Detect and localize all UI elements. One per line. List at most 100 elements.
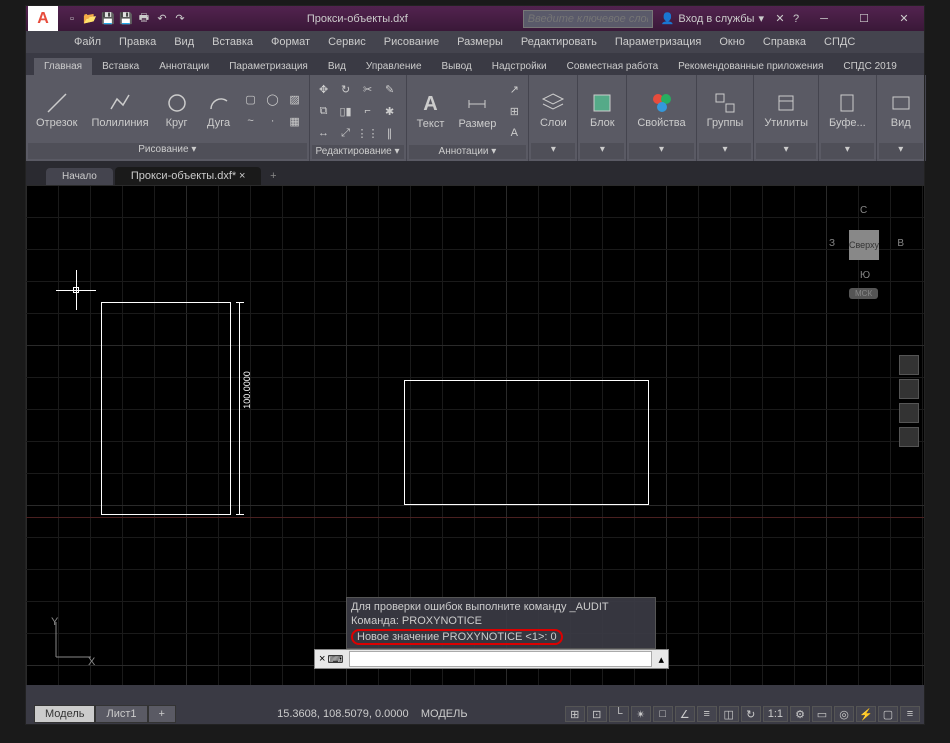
tab-manage[interactable]: Управление — [356, 58, 432, 75]
redo-icon[interactable]: ↷ — [172, 11, 188, 27]
panel-block-title[interactable]: ▾ — [580, 143, 624, 159]
cmd-chevron-up-icon[interactable]: ▴ — [654, 653, 668, 666]
groups-button[interactable]: Группы — [701, 89, 750, 131]
tab-output[interactable]: Вывод — [432, 58, 482, 75]
wcs-badge[interactable]: МСК — [849, 288, 878, 299]
close-button[interactable]: ✕ — [884, 6, 924, 31]
mtext-icon[interactable]: A — [504, 123, 524, 143]
rectangle-2[interactable] — [404, 380, 649, 505]
signin-button[interactable]: 👤 Вход в службы ▾ — [653, 12, 772, 25]
utilities-button[interactable]: Утилиты — [758, 89, 814, 131]
menu-help[interactable]: Справка — [755, 34, 814, 50]
tab-insert[interactable]: Вставка — [92, 58, 149, 75]
minimize-button[interactable]: ─ — [804, 6, 844, 31]
circle-button[interactable]: Круг — [157, 89, 197, 131]
tab-addins[interactable]: Надстройки — [482, 58, 557, 75]
grid-toggle-icon[interactable]: ⊞ — [565, 706, 585, 722]
viewcube-top[interactable]: Сверху — [849, 230, 879, 260]
panel-groups-title[interactable]: ▾ — [699, 143, 752, 159]
customize-icon[interactable]: ≡ — [900, 706, 920, 722]
array-icon[interactable]: ⋮⋮ — [358, 123, 378, 143]
point-icon[interactable]: · — [263, 111, 283, 131]
region-icon[interactable]: ▦ — [285, 111, 305, 131]
new-icon[interactable]: ▫ — [64, 11, 80, 27]
mirror-icon[interactable]: ▯▮ — [336, 101, 356, 121]
viewcube[interactable]: С В Ю З Сверху МСК — [824, 200, 904, 300]
cmd-close-icon[interactable]: × — [319, 653, 325, 666]
panel-utils-title[interactable]: ▾ — [756, 143, 816, 159]
menu-parametric[interactable]: Параметризация — [607, 34, 709, 50]
panel-props-title[interactable]: ▾ — [629, 143, 693, 159]
menu-spds[interactable]: СПДС — [816, 34, 863, 50]
ortho-toggle-icon[interactable]: └ — [609, 706, 629, 722]
menu-view[interactable]: Вид — [166, 34, 202, 50]
ucs-icon[interactable]: YX — [46, 617, 96, 670]
ellipse-icon[interactable]: ◯ — [263, 89, 283, 109]
maximize-button[interactable]: ☐ — [844, 6, 884, 31]
tab-spds[interactable]: СПДС 2019 — [833, 58, 906, 75]
block-button[interactable]: Блок — [582, 89, 622, 131]
lineweight-icon[interactable]: ≡ — [697, 706, 717, 722]
tab-annotate[interactable]: Аннотации — [149, 58, 219, 75]
annotation-scale[interactable]: 1:1 — [763, 706, 788, 722]
hatch-icon[interactable]: ▨ — [285, 89, 305, 109]
rotate-icon[interactable]: ↻ — [336, 79, 356, 99]
fillet-icon[interactable]: ⌐ — [358, 101, 378, 121]
menu-edit[interactable]: Правка — [111, 34, 164, 50]
move-icon[interactable]: ✥ — [314, 79, 334, 99]
dimension-line[interactable] — [239, 302, 240, 515]
close-tab-icon[interactable]: × — [239, 170, 245, 182]
otrack-toggle-icon[interactable]: ∠ — [675, 706, 695, 722]
menu-draw[interactable]: Рисование — [376, 34, 447, 50]
monitor-icon[interactable]: ▭ — [812, 706, 832, 722]
menu-dimension[interactable]: Размеры — [449, 34, 511, 50]
nav-pan-icon[interactable] — [899, 379, 919, 399]
arc-button[interactable]: Дуга — [199, 89, 239, 131]
layers-button[interactable]: Слои — [533, 89, 573, 131]
tab-collaborate[interactable]: Совместная работа — [557, 58, 669, 75]
command-input[interactable] — [349, 651, 652, 667]
menu-format[interactable]: Формат — [263, 34, 318, 50]
hardware-icon[interactable]: ⚡ — [856, 706, 876, 722]
drawing-canvas[interactable]: for(let i=0;i<30;i++){document.write('<d… — [26, 185, 924, 685]
cycling-icon[interactable]: ↻ — [741, 706, 761, 722]
snap-toggle-icon[interactable]: ⊡ — [587, 706, 607, 722]
scale-icon[interactable]: ⤢ — [336, 123, 356, 143]
add-layout-button[interactable]: + — [148, 705, 176, 723]
help-icon[interactable]: ? — [788, 11, 804, 27]
tab-featured[interactable]: Рекомендованные приложения — [668, 58, 833, 75]
tab-home[interactable]: Главная — [34, 58, 92, 75]
menu-modify[interactable]: Редактировать — [513, 34, 605, 50]
layout-tab[interactable]: Лист1 — [95, 705, 147, 723]
space-label[interactable]: МОДЕЛЬ — [421, 708, 468, 720]
model-tab[interactable]: Модель — [34, 705, 95, 723]
trim-icon[interactable]: ✂ — [358, 79, 378, 99]
save-icon[interactable]: 💾 — [100, 11, 116, 27]
cleanscreen-icon[interactable]: ▢ — [878, 706, 898, 722]
nav-orbit-icon[interactable] — [899, 427, 919, 447]
menu-window[interactable]: Окно — [711, 34, 753, 50]
open-icon[interactable]: 📂 — [82, 11, 98, 27]
search-input[interactable] — [523, 10, 653, 28]
workspace-icon[interactable]: ⚙ — [790, 706, 810, 722]
nav-zoom-icon[interactable] — [899, 403, 919, 423]
dimension-text[interactable]: 100.0000 — [242, 371, 252, 409]
menu-insert[interactable]: Вставка — [204, 34, 261, 50]
text-button[interactable]: АТекст — [411, 91, 451, 132]
erase-icon[interactable]: ✎ — [380, 79, 400, 99]
offset-icon[interactable]: ∥ — [380, 123, 400, 143]
properties-button[interactable]: Свойства — [631, 89, 691, 131]
leader-icon[interactable]: ↗ — [504, 79, 524, 99]
tab-view[interactable]: Вид — [318, 58, 356, 75]
panel-view-title[interactable]: ▾ — [879, 143, 923, 159]
panel-clipboard-title[interactable]: ▾ — [821, 143, 874, 159]
tab-parametric[interactable]: Параметризация — [219, 58, 318, 75]
panel-layers-title[interactable]: ▾ — [531, 143, 575, 159]
nav-wheel-icon[interactable] — [899, 355, 919, 375]
rectangle-1[interactable] — [101, 302, 231, 515]
command-line[interactable]: × ⌨ ▴ — [314, 649, 669, 669]
view-button[interactable]: Вид — [881, 89, 921, 131]
plot-icon[interactable]: 🖶 — [136, 11, 152, 27]
menu-file[interactable]: Файл — [66, 34, 109, 50]
add-tab-button[interactable]: + — [263, 167, 283, 185]
